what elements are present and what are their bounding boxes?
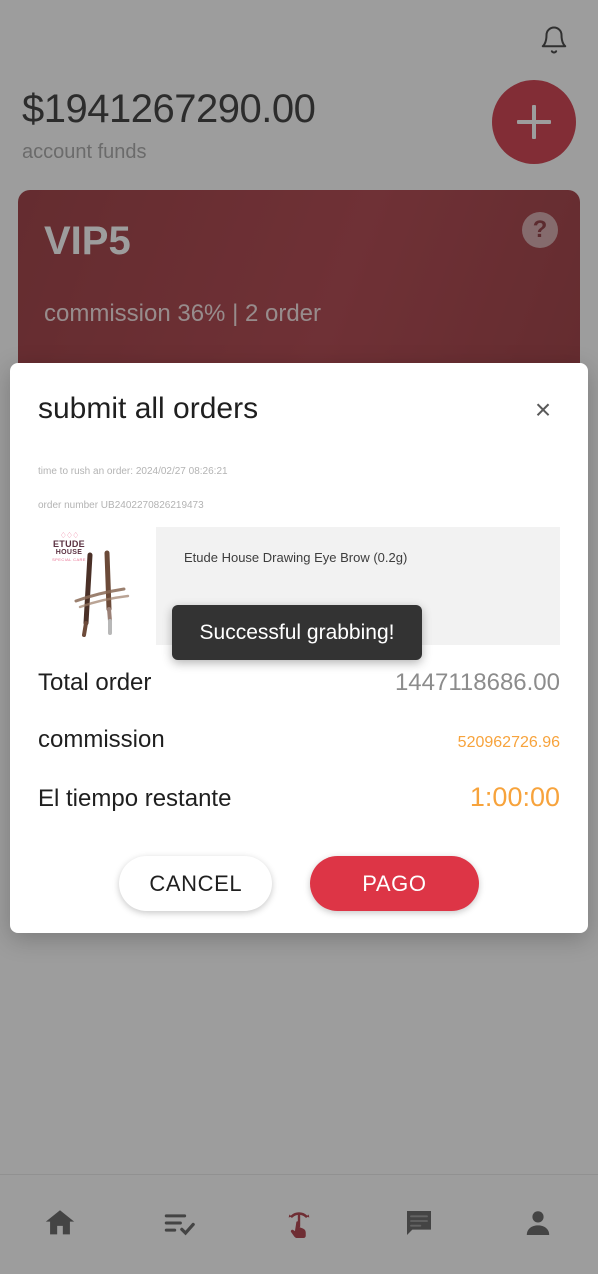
summary-row-time-remaining: El tiempo restante 1:00:00 [38,781,560,838]
commission-label: commission [38,726,165,753]
toast-message: Successful grabbing! [172,605,422,660]
close-icon[interactable]: × [526,393,560,427]
total-order-value: 1447118686.00 [394,669,560,696]
dialog-actions: CANCEL PAGO [38,856,560,911]
product-thumbnail: ♢♢♢ ETUDE HOUSE SPECIAL CARE [38,527,156,645]
pago-button[interactable]: PAGO [310,856,479,911]
logo-line-1: ETUDE [52,539,85,549]
cancel-button[interactable]: CANCEL [119,856,273,911]
dialog-header: submit all orders × [38,389,560,429]
order-number-label: order number UB2402270826219473 [38,500,204,511]
rush-time-label: time to rush an order: 2024/02/27 08:26:… [38,466,228,477]
summary-row-commission: commission 520962726.96 [38,724,560,781]
dialog-title: submit all orders [38,392,259,425]
eyebrow-pencil-image [74,550,130,637]
summary-row-total: Total order 1447118686.00 [38,667,560,724]
total-order-label: Total order [38,669,152,696]
time-remaining-value: 1:00:00 [469,782,560,812]
commission-value: 520962726.96 [457,734,560,751]
time-remaining-label: El tiempo restante [38,785,232,812]
product-name-label: Etude House Drawing Eye Brow (0.2g) [184,550,408,565]
app-root: $1941267290.00 account funds VIP5 commis… [0,0,598,1274]
order-summary: Total order 1447118686.00 commission 520… [38,667,560,838]
